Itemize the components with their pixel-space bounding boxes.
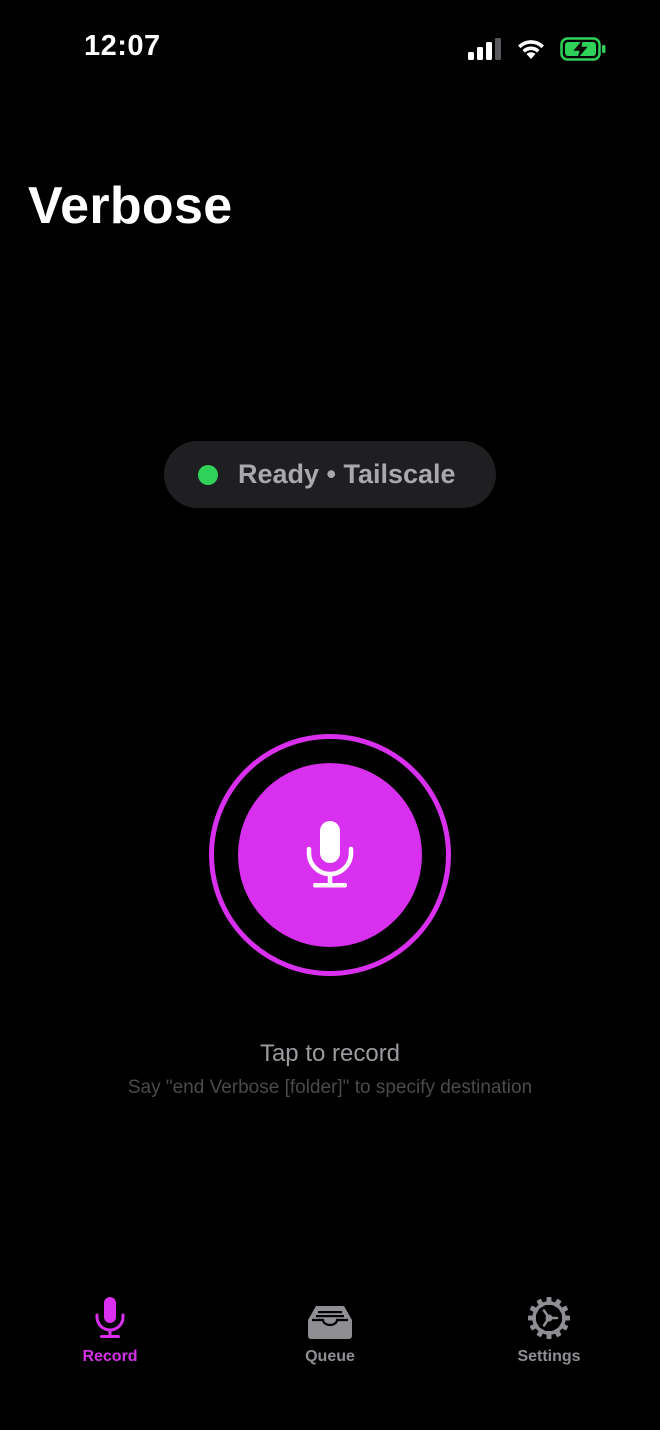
microphone-icon [94, 1290, 126, 1340]
record-button[interactable] [238, 763, 422, 947]
status-indicator-dot [198, 464, 218, 485]
status-bar: 12:07 [0, 0, 660, 100]
battery-charging-icon [560, 37, 606, 61]
connection-status-label: Ready • Tailscale [238, 459, 456, 489]
tab-record[interactable]: Record [40, 1290, 180, 1366]
record-subhint: Say "end Verbose [folder]" to specify de… [127, 1077, 533, 1098]
wifi-icon [518, 40, 544, 59]
page-title: Verbose [28, 177, 233, 235]
record-hint: Tap to record [259, 1040, 401, 1067]
status-icons [468, 36, 606, 62]
cellular-signal-icon [468, 38, 501, 60]
tab-record-label: Record [82, 1348, 138, 1365]
tab-settings[interactable]: Settings [479, 1290, 619, 1366]
status-time: 12:07 [84, 30, 161, 62]
microphone-icon [306, 821, 354, 888]
tab-bar: Record Queue Settings [0, 1290, 660, 1390]
connection-status-pill: Ready • Tailscale [164, 441, 496, 508]
tray-icon [306, 1290, 354, 1340]
tab-queue-label: Queue [305, 1348, 355, 1365]
tab-queue[interactable]: Queue [260, 1290, 400, 1366]
gear-icon [527, 1290, 571, 1340]
tab-settings-label: Settings [517, 1348, 581, 1365]
